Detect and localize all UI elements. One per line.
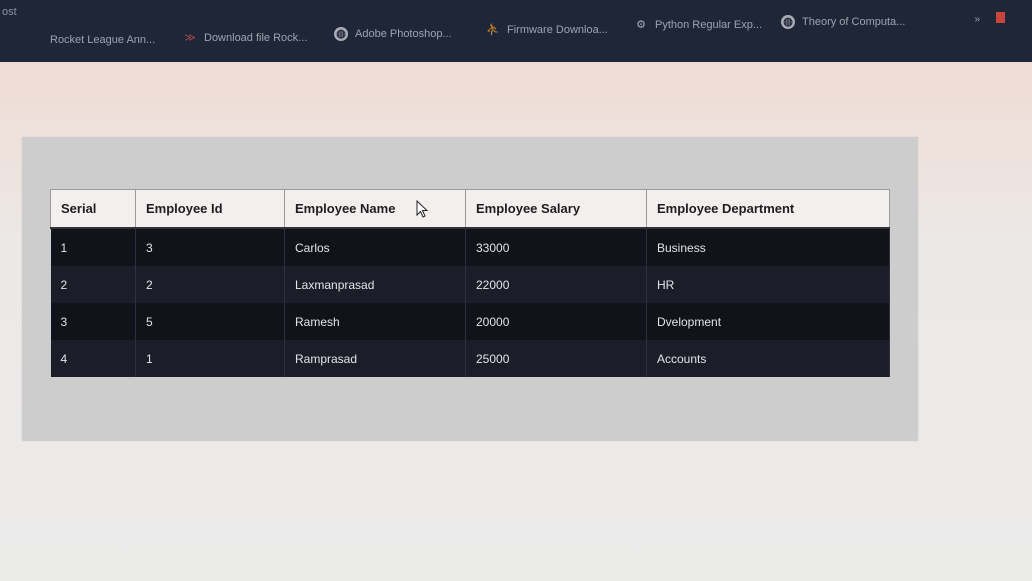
bookmark-folder-icon[interactable] xyxy=(996,12,1005,23)
cell-serial: 2 xyxy=(50,266,136,303)
bookmark-firmware-download[interactable]: ⛹ Firmware Downloa... xyxy=(486,23,608,37)
employee-table: Serial Employee Id Employee Name Employe… xyxy=(50,189,890,377)
cell-employee-name: Carlos xyxy=(284,228,466,266)
header-serial[interactable]: Serial xyxy=(50,189,136,229)
table-header-row: Serial Employee Id Employee Name Employe… xyxy=(50,189,890,229)
cell-serial: 1 xyxy=(50,228,136,266)
cell-employee-department: Accounts xyxy=(646,340,890,377)
cell-employee-id: 1 xyxy=(135,340,285,377)
employee-table-wrapper: Serial Employee Id Employee Name Employe… xyxy=(50,189,890,377)
cell-employee-name: Laxmanprasad xyxy=(284,266,466,303)
cell-employee-salary: 22000 xyxy=(465,266,647,303)
table-row: 3 5 Ramesh 20000 Dvelopment xyxy=(50,303,890,340)
cell-employee-department: Dvelopment xyxy=(646,303,890,340)
bookmark-python-regex[interactable]: ⚙ Python Regular Exp... xyxy=(634,18,762,32)
globe-icon: ◍ xyxy=(781,15,795,29)
bookmark-download-file[interactable]: ≫ Download file Rock... xyxy=(183,31,307,45)
bookmark-rocket-league[interactable]: Rocket League Ann... xyxy=(50,34,155,46)
table-panel: Serial Employee Id Employee Name Employe… xyxy=(22,137,918,441)
cell-employee-salary: 33000 xyxy=(465,228,647,266)
bookmark-label: Python Regular Exp... xyxy=(655,19,763,31)
bookmark-theory-computation[interactable]: ◍ Theory of Computa... xyxy=(781,15,905,29)
person-icon: ⛹ xyxy=(486,24,500,36)
bookmark-label: Rocket League Ann... xyxy=(50,34,156,46)
chevrons-icon: ≫ xyxy=(184,32,196,44)
cell-serial: 4 xyxy=(50,340,136,377)
bookmarks-bar: ost Rocket League Ann... ≫ Download file… xyxy=(0,0,1032,62)
header-employee-name[interactable]: Employee Name xyxy=(284,189,466,229)
globe-icon: ◍ xyxy=(334,27,348,41)
header-employee-department[interactable]: Employee Department xyxy=(646,189,890,229)
cell-employee-salary: 20000 xyxy=(465,303,647,340)
mouse-cursor-icon xyxy=(416,200,429,218)
table-row: 1 3 Carlos 33000 Business xyxy=(50,228,890,266)
bookmark-label: Firmware Downloa... xyxy=(507,24,608,36)
cell-employee-name: Ramprasad xyxy=(284,340,466,377)
bookmark-adobe-photoshop[interactable]: ◍ Adobe Photoshop... xyxy=(334,27,452,41)
cell-employee-id: 3 xyxy=(135,228,285,266)
cell-employee-id: 5 xyxy=(135,303,285,340)
tab-fragment-label: ost xyxy=(2,6,17,18)
bookmark-label: Download file Rock... xyxy=(204,32,308,44)
cell-serial: 3 xyxy=(50,303,136,340)
cell-employee-name: Ramesh xyxy=(284,303,466,340)
cell-employee-department: HR xyxy=(646,266,890,303)
bookmark-label: Theory of Computa... xyxy=(802,16,906,28)
table-row: 4 1 Ramprasad 25000 Accounts xyxy=(50,340,890,377)
table-row: 2 2 Laxmanprasad 22000 HR xyxy=(50,266,890,303)
cell-employee-salary: 25000 xyxy=(465,340,647,377)
cell-employee-id: 2 xyxy=(135,266,285,303)
bookmarks-overflow-button[interactable]: » xyxy=(974,14,980,25)
header-employee-id[interactable]: Employee Id xyxy=(135,189,285,229)
gear-icon: ⚙ xyxy=(636,19,646,31)
cell-employee-department: Business xyxy=(646,228,890,266)
page-content: Serial Employee Id Employee Name Employe… xyxy=(0,62,1032,581)
header-employee-salary[interactable]: Employee Salary xyxy=(465,189,647,229)
bookmark-label: Adobe Photoshop... xyxy=(355,28,452,40)
